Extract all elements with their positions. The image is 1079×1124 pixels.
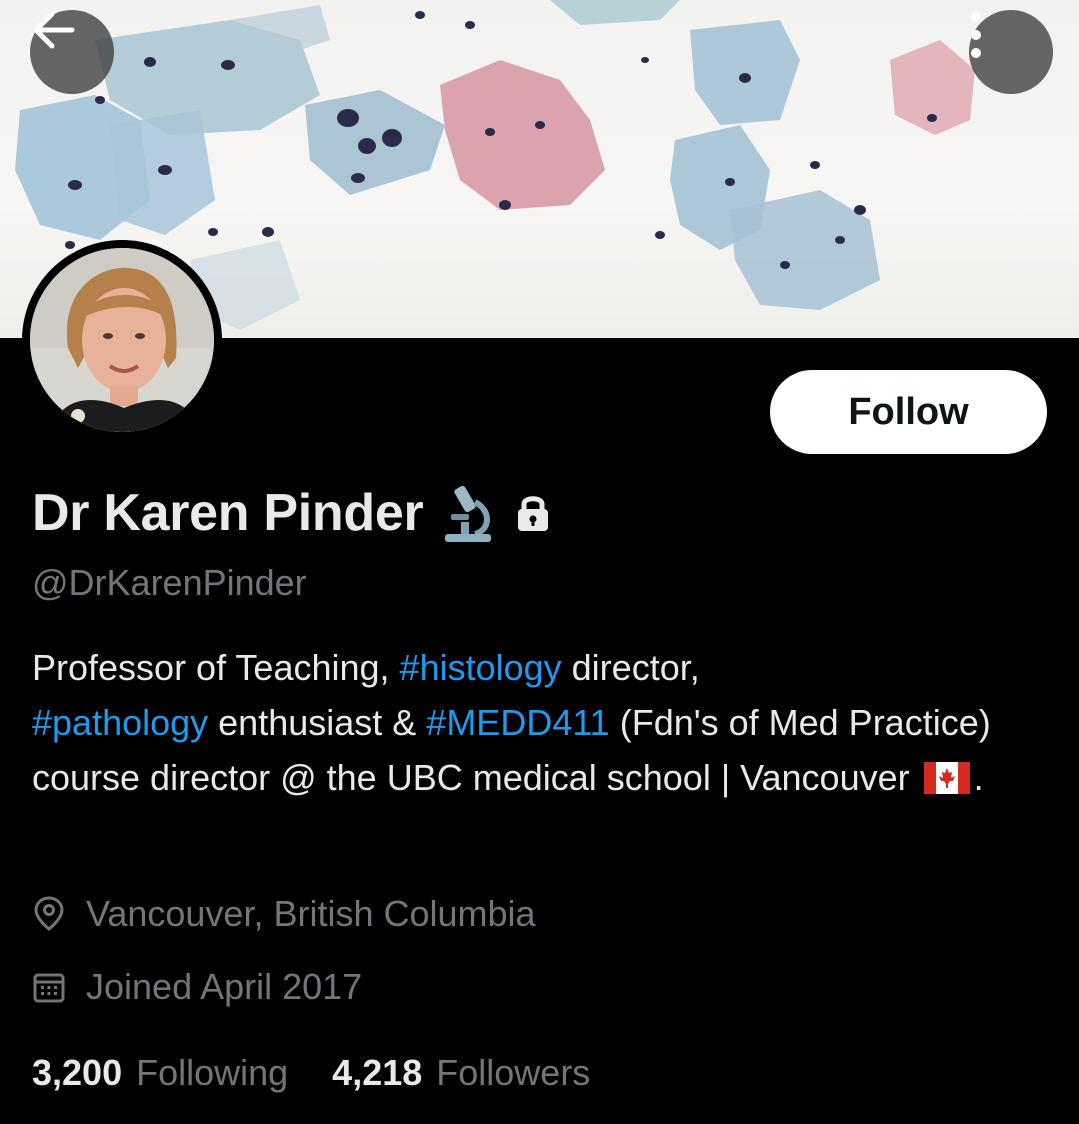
more-vertical-icon bbox=[971, 12, 981, 58]
profile-bio: Professor of Teaching, #histology direct… bbox=[32, 640, 1052, 805]
followers-link[interactable]: 4,218 Followers bbox=[332, 1052, 590, 1094]
following-link[interactable]: 3,200 Following bbox=[32, 1052, 288, 1094]
joined-text: Joined April 2017 bbox=[86, 966, 363, 1007]
followers-label: Followers bbox=[436, 1052, 591, 1093]
hashtag-link-pathology[interactable]: #pathology bbox=[32, 702, 208, 743]
more-options-button[interactable] bbox=[969, 10, 1053, 94]
hashtag-link-histology[interactable]: #histology bbox=[400, 647, 562, 688]
hashtag-link-medd411[interactable]: #MEDD411 bbox=[426, 702, 609, 743]
profile-location: Vancouver, British Columbia bbox=[32, 893, 536, 935]
following-count: 3,200 bbox=[32, 1052, 123, 1093]
name-row: Dr Karen Pinder bbox=[32, 478, 553, 548]
profile-joined-date: Joined April 2017 bbox=[32, 966, 362, 1008]
follow-button[interactable]: Follow bbox=[770, 370, 1047, 454]
microscope-icon bbox=[445, 485, 492, 542]
bio-text: Professor of Teaching, bbox=[32, 647, 400, 688]
canada-flag-icon bbox=[923, 762, 970, 794]
location-text: Vancouver, British Columbia bbox=[86, 893, 536, 934]
bio-text: enthusiast & bbox=[208, 702, 427, 743]
follow-stats: 3,200 Following 4,218 Followers bbox=[32, 1052, 590, 1094]
profile-handle: @DrKarenPinder bbox=[32, 562, 307, 603]
lock-icon bbox=[518, 496, 549, 531]
calendar-icon bbox=[33, 973, 65, 1003]
display-name: Dr Karen Pinder bbox=[32, 484, 424, 542]
arrow-left-icon bbox=[33, 11, 75, 49]
profile-avatar[interactable] bbox=[22, 240, 222, 440]
back-button[interactable] bbox=[30, 10, 114, 94]
bio-text: . bbox=[973, 757, 984, 798]
bio-text: director, bbox=[561, 647, 700, 688]
location-pin-icon bbox=[34, 896, 64, 931]
following-label: Following bbox=[136, 1052, 289, 1093]
followers-count: 4,218 bbox=[332, 1052, 423, 1093]
avatar-image bbox=[30, 248, 214, 432]
